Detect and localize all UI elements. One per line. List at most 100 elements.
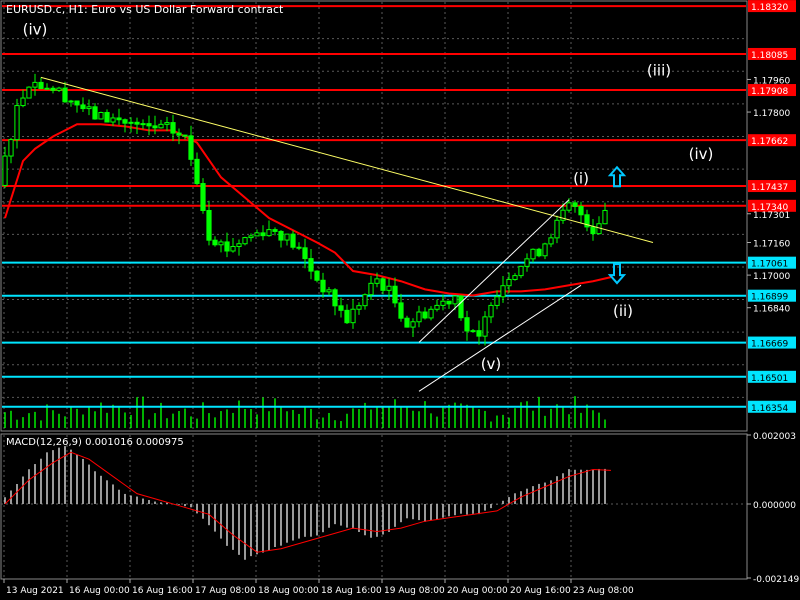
candle-body xyxy=(2,155,8,186)
price-axis: 1.18320 1.18085 1.17908 1.17662 1.17437 1.173… xyxy=(747,0,796,414)
candle-body xyxy=(188,135,194,160)
time-tick-label: 20 Aug 16:00 xyxy=(510,586,571,596)
candle-body xyxy=(122,119,128,124)
level-price-label: 1.18320 xyxy=(751,3,788,13)
candle-body xyxy=(116,117,122,121)
candle-body xyxy=(224,241,230,252)
candle-body xyxy=(230,245,236,252)
wave-label: (i) xyxy=(573,169,589,187)
candle-body xyxy=(50,87,56,91)
price-tick-label: 1.17301 xyxy=(753,211,790,221)
price-tick-label: 1.16840 xyxy=(753,305,790,315)
candle-body xyxy=(20,97,26,107)
candle-body xyxy=(476,330,482,337)
candle-body xyxy=(344,309,350,324)
candle-body xyxy=(302,247,308,260)
candle-body xyxy=(392,285,398,304)
level-price-label: 1.18085 xyxy=(751,51,788,61)
candle-body xyxy=(32,81,38,88)
candle-body xyxy=(488,304,494,318)
time-tick-label: 17 Aug 08:00 xyxy=(195,586,256,596)
macd-tick-label: -0.002149 xyxy=(753,575,799,585)
candle-body xyxy=(74,100,80,106)
time-axis: 13 Aug 2021 16 Aug 00:00 16 Aug 16:00 17 Au… xyxy=(3,579,634,596)
candle-body xyxy=(110,117,116,123)
level-price-label: 1.16669 xyxy=(751,340,788,350)
time-tick-label: 18 Aug 00:00 xyxy=(258,586,319,596)
candle-body xyxy=(512,275,518,280)
candle-body xyxy=(410,321,416,328)
level-price-label: 1.16501 xyxy=(751,374,788,384)
candle-body xyxy=(242,237,248,245)
wave-label: (iv) xyxy=(689,145,714,163)
candle-body xyxy=(212,239,218,246)
candle-body xyxy=(278,230,284,241)
candle-body xyxy=(362,294,368,307)
candle-body xyxy=(194,158,200,185)
candle-body xyxy=(8,139,14,157)
candle-body xyxy=(284,233,290,241)
macd-tick-label: 0.002003 xyxy=(753,432,796,442)
candle-body xyxy=(470,330,476,333)
candle-body xyxy=(140,123,146,126)
macd-tick-label: 0.000000 xyxy=(753,501,796,511)
candle-body xyxy=(536,248,542,257)
candle-body xyxy=(500,285,506,298)
candle-body xyxy=(518,265,524,277)
candle-body xyxy=(356,305,362,310)
candle-body xyxy=(332,289,338,307)
price-panel[interactable]: (iv) (iii) (iv) (i) (ii) (v) EURUSD.c, H1: Eu… xyxy=(0,0,748,432)
macd-panel-frame xyxy=(0,433,748,580)
chart-root: (iv) (iii) (iv) (i) (ii) (v) EURUSD.c, H1: Eu… xyxy=(0,0,799,596)
candle-body xyxy=(398,302,404,319)
candle-body xyxy=(446,300,452,305)
candle-body xyxy=(494,296,500,306)
time-tick-label: 20 Aug 00:00 xyxy=(447,586,508,596)
candle-body xyxy=(350,308,356,324)
candle-body xyxy=(200,183,206,211)
candle-body xyxy=(182,134,188,137)
candle-body xyxy=(368,282,374,296)
candle-body xyxy=(338,305,344,311)
candle-body xyxy=(428,308,434,319)
candle-body xyxy=(266,229,272,237)
time-tick-label: 19 Aug 08:00 xyxy=(384,586,445,596)
wave-label: (v) xyxy=(481,355,502,373)
candle-body xyxy=(14,105,20,141)
candle-body xyxy=(260,232,266,237)
price-tick-label: 1.17000 xyxy=(753,272,790,282)
candle-body xyxy=(416,311,422,323)
price-tick-label: 1.17960 xyxy=(753,76,790,86)
candle-body xyxy=(92,106,98,120)
candle-body xyxy=(380,278,386,291)
macd-panel[interactable]: MACD(12,26,9) 0.001016 0.000975 xyxy=(0,433,748,580)
candle-body xyxy=(578,205,584,216)
candle-body xyxy=(56,87,62,91)
candle-body xyxy=(524,258,530,267)
candle-body xyxy=(548,237,554,245)
candle-body xyxy=(308,258,314,272)
candle-body xyxy=(440,300,446,306)
candle-body xyxy=(104,111,110,123)
level-price-label: 1.17908 xyxy=(751,87,788,97)
candle-body xyxy=(464,317,470,332)
candle-body xyxy=(146,123,152,127)
candle-body xyxy=(164,122,170,125)
candle-body xyxy=(62,87,68,103)
candle-body xyxy=(542,243,548,257)
candle-body xyxy=(158,123,164,129)
symbol-title: EURUSD.c, H1: Euro vs US Dollar Forward … xyxy=(6,3,284,16)
candle-body xyxy=(452,295,458,305)
candle-body xyxy=(296,246,302,249)
candle-body xyxy=(482,316,488,337)
candle-body xyxy=(374,278,380,284)
candle-body xyxy=(320,279,326,293)
time-tick-label: 18 Aug 16:00 xyxy=(321,586,382,596)
candle-body xyxy=(434,304,440,310)
candle-body xyxy=(26,86,32,99)
time-tick-label: 16 Aug 00:00 xyxy=(69,586,130,596)
candle-body xyxy=(68,100,74,103)
candle-body xyxy=(566,202,572,211)
candle-body xyxy=(506,278,512,287)
candle-body xyxy=(422,311,428,319)
